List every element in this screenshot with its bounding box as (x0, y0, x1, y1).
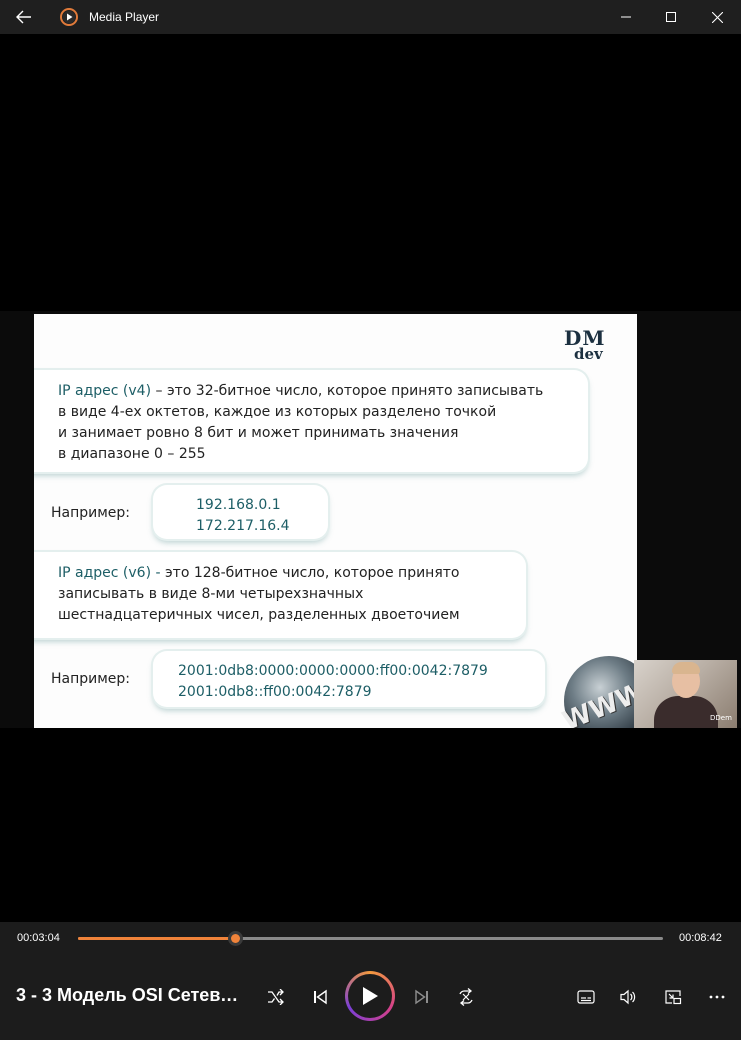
app-title: Media Player (89, 10, 160, 24)
webcam-person-hair (672, 662, 700, 674)
seek-bar-progress (78, 937, 235, 940)
ipv4-examples: 192.168.0.1 172.217.16.4 (196, 495, 290, 537)
miniplayer-icon (665, 990, 682, 1005)
ipv4-example-2: 172.217.16.4 (196, 518, 290, 534)
example-label-ipv4: Например: (51, 505, 131, 521)
subtitles-button[interactable] (569, 980, 603, 1014)
dm-dev-logo: DM dev (564, 326, 606, 362)
more-icon (709, 995, 725, 999)
volume-icon (620, 989, 636, 1005)
presentation-slide: DM dev IP адрес (v4) – это 32-битное чис… (34, 314, 637, 728)
miniplayer-button[interactable] (656, 980, 690, 1014)
subtitles-icon (577, 990, 595, 1004)
previous-icon (314, 989, 327, 1005)
play-icon (363, 987, 378, 1005)
ipv4-line-3: и занимает ровно 8 бит и может принимать… (58, 425, 459, 441)
current-time: 00:03:04 (17, 932, 60, 944)
ipv6-line-1: это 128-битное число, которое принято (160, 565, 460, 581)
ipv6-example-1: 2001:0db8:0000:0000:0000:ff00:0042:7879 (178, 663, 488, 679)
webcam-overlay: DDem (634, 660, 737, 728)
back-button[interactable] (12, 6, 36, 28)
close-icon (711, 11, 723, 23)
media-player-app-icon (60, 8, 78, 26)
seek-bar-thumb[interactable] (227, 931, 243, 946)
ipv6-examples: 2001:0db8:0000:0000:0000:ff00:0042:7879 … (178, 661, 488, 703)
ipv4-line-2: в виде 4-ех октетов, каждое из которых р… (58, 404, 497, 420)
ipv6-line-2: записывать в виде 8-ми четырехзначных (58, 586, 364, 602)
repeat-icon (459, 988, 473, 1006)
play-button[interactable] (345, 971, 395, 1021)
ipv4-term: IP адрес (v4) (58, 383, 152, 399)
next-icon (415, 989, 428, 1005)
arrow-left-icon (16, 10, 31, 24)
total-time: 00:08:42 (679, 932, 722, 944)
ipv4-line-1: – это 32-битное число, которое принято з… (151, 383, 544, 399)
maximize-button[interactable] (648, 0, 694, 34)
webcam-person-body (654, 696, 718, 728)
seek-bar[interactable] (78, 931, 663, 946)
repeat-button[interactable] (449, 980, 483, 1014)
ipv6-line-3: шестнадцатеричных чисел, разделенных дво… (58, 607, 460, 623)
close-button[interactable] (694, 0, 740, 34)
previous-button[interactable] (303, 980, 337, 1014)
volume-button[interactable] (611, 980, 645, 1014)
ipv6-term: IP адрес (v6) - (58, 565, 161, 581)
webcam-label: DDem (710, 714, 732, 722)
logo-text-dm: DM (564, 326, 606, 350)
ipv4-example-1: 192.168.0.1 (196, 497, 281, 513)
maximize-icon (666, 12, 676, 22)
next-button[interactable] (405, 980, 439, 1014)
ipv6-example-2: 2001:0db8::ff00:0042:7879 (178, 684, 372, 700)
more-options-button[interactable] (700, 980, 734, 1014)
title-bar: Media Player (0, 0, 741, 34)
shuffle-button[interactable] (259, 980, 293, 1014)
ipv4-line-4: в диапазоне 0 – 255 (58, 446, 206, 462)
minimize-icon (621, 16, 631, 18)
media-title: 3 - 3 Модель OSI Сетевой уровень (16, 985, 248, 1005)
minimize-button[interactable] (603, 0, 649, 34)
shuffle-icon (268, 989, 284, 1005)
ipv4-definition-text: IP адрес (v4) – это 32-битное число, кот… (58, 381, 543, 465)
example-label-ipv6: Например: (51, 671, 131, 687)
ipv6-definition-text: IP адрес (v6) - это 128-битное число, ко… (58, 563, 460, 626)
